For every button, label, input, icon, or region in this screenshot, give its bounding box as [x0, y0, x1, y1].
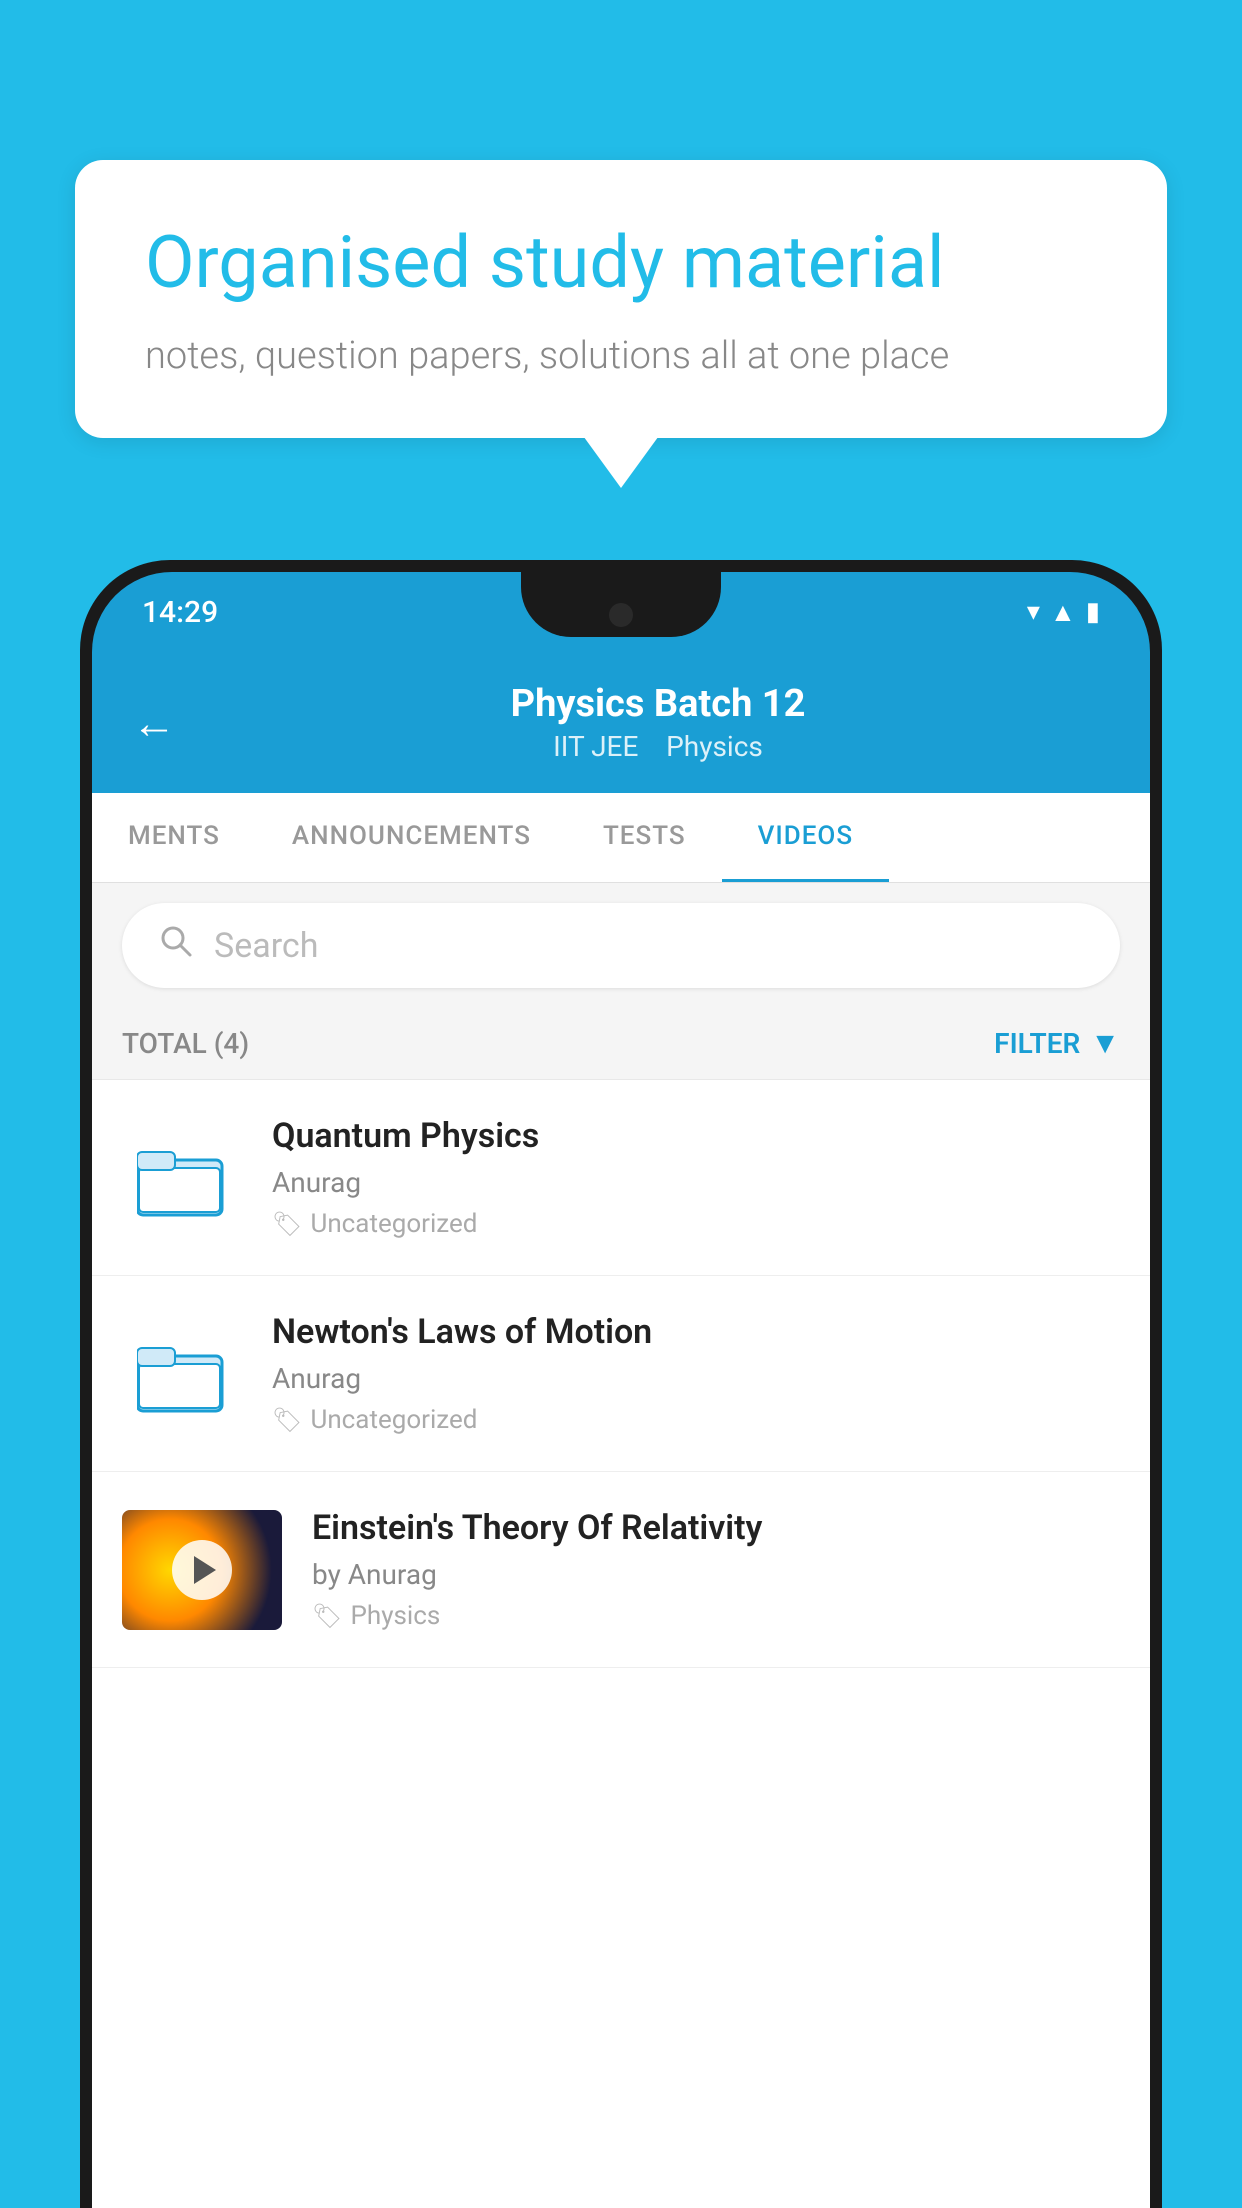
video-tag: 🏷 Uncategorized — [272, 1405, 1120, 1435]
signal-icon: ▲ — [1050, 597, 1076, 628]
video-info-3: Einstein's Theory Of Relativity by Anura… — [312, 1508, 1120, 1631]
header-title-block: Physics Batch 12 IIT JEE Physics — [206, 682, 1110, 763]
video-author: Anurag — [272, 1362, 1120, 1395]
video-list: Quantum Physics Anurag 🏷 Uncategorized — [92, 1080, 1150, 1668]
play-icon — [194, 1556, 216, 1584]
tag-icon: 🏷 — [272, 1406, 302, 1434]
header-subtitle: IIT JEE Physics — [206, 730, 1110, 763]
folder-icon — [137, 1138, 227, 1218]
video-title: Newton's Laws of Motion — [272, 1312, 1120, 1352]
filter-button[interactable]: FILTER ▼ — [994, 1026, 1120, 1061]
search-placeholder: Search — [214, 926, 318, 966]
status-time: 14:29 — [142, 595, 218, 630]
tab-announcements[interactable]: ANNOUNCEMENTS — [256, 793, 567, 882]
video-author: by Anurag — [312, 1558, 1120, 1591]
video-tag: 🏷 Uncategorized — [272, 1209, 1120, 1239]
tab-ments[interactable]: MENTS — [92, 793, 256, 882]
list-item[interactable]: Einstein's Theory Of Relativity by Anura… — [92, 1472, 1150, 1668]
speech-bubble-container: Organised study material notes, question… — [75, 160, 1167, 438]
tab-videos[interactable]: VIDEOS — [722, 793, 889, 882]
play-button[interactable] — [172, 1540, 232, 1600]
filter-label: FILTER — [994, 1027, 1080, 1060]
filter-icon: ▼ — [1090, 1026, 1120, 1061]
header-title: Physics Batch 12 — [206, 682, 1110, 726]
tabs: MENTS ANNOUNCEMENTS TESTS VIDEOS — [92, 793, 1150, 883]
folder-icon — [137, 1334, 227, 1414]
video-info-2: Newton's Laws of Motion Anurag 🏷 Uncateg… — [272, 1312, 1120, 1435]
speech-bubble-heading: Organised study material — [145, 220, 1097, 306]
filter-bar: TOTAL (4) FILTER ▼ — [92, 1008, 1150, 1080]
camera — [609, 603, 633, 627]
subtitle-physics: Physics — [666, 730, 763, 763]
tag-text: Uncategorized — [310, 1209, 477, 1239]
video-tag: 🏷 Physics — [312, 1601, 1120, 1631]
notch — [521, 572, 721, 637]
status-bar: 14:29 ▾ ▲ ▮ — [92, 572, 1150, 652]
video-title: Einstein's Theory Of Relativity — [312, 1508, 1120, 1548]
phone-frame: 14:29 ▾ ▲ ▮ ← Physics Batch 12 IIT JEE — [80, 560, 1162, 2208]
status-icons: ▾ ▲ ▮ — [1027, 597, 1100, 628]
list-item[interactable]: Quantum Physics Anurag 🏷 Uncategorized — [92, 1080, 1150, 1276]
app-screen: ← Physics Batch 12 IIT JEE Physics MENTS… — [92, 652, 1150, 2208]
search-icon — [158, 923, 194, 968]
wifi-icon: ▾ — [1027, 597, 1040, 627]
subtitle-iit: IIT JEE — [553, 730, 638, 763]
video-info-1: Quantum Physics Anurag 🏷 Uncategorized — [272, 1116, 1120, 1239]
tab-tests[interactable]: TESTS — [567, 793, 722, 882]
tag-text: Physics — [350, 1601, 440, 1631]
folder-icon-wrap-1 — [122, 1138, 242, 1218]
tag-icon: 🏷 — [312, 1602, 342, 1630]
speech-bubble-subtext: notes, question papers, solutions all at… — [145, 334, 1097, 378]
search-bar[interactable]: Search — [122, 903, 1120, 988]
total-count: TOTAL (4) — [122, 1027, 249, 1060]
battery-icon: ▮ — [1086, 597, 1100, 627]
search-container: Search — [92, 883, 1150, 1008]
app-header: ← Physics Batch 12 IIT JEE Physics — [92, 652, 1150, 793]
back-button[interactable]: ← — [132, 697, 176, 749]
video-title: Quantum Physics — [272, 1116, 1120, 1156]
video-author: Anurag — [272, 1166, 1120, 1199]
tag-icon: 🏷 — [272, 1210, 302, 1238]
folder-icon-wrap-2 — [122, 1334, 242, 1414]
tag-text: Uncategorized — [310, 1405, 477, 1435]
video-thumbnail — [122, 1510, 282, 1630]
phone-inner: 14:29 ▾ ▲ ▮ ← Physics Batch 12 IIT JEE — [92, 572, 1150, 2208]
list-item[interactable]: Newton's Laws of Motion Anurag 🏷 Uncateg… — [92, 1276, 1150, 1472]
thumbnail-bg — [122, 1510, 282, 1630]
speech-bubble: Organised study material notes, question… — [75, 160, 1167, 438]
